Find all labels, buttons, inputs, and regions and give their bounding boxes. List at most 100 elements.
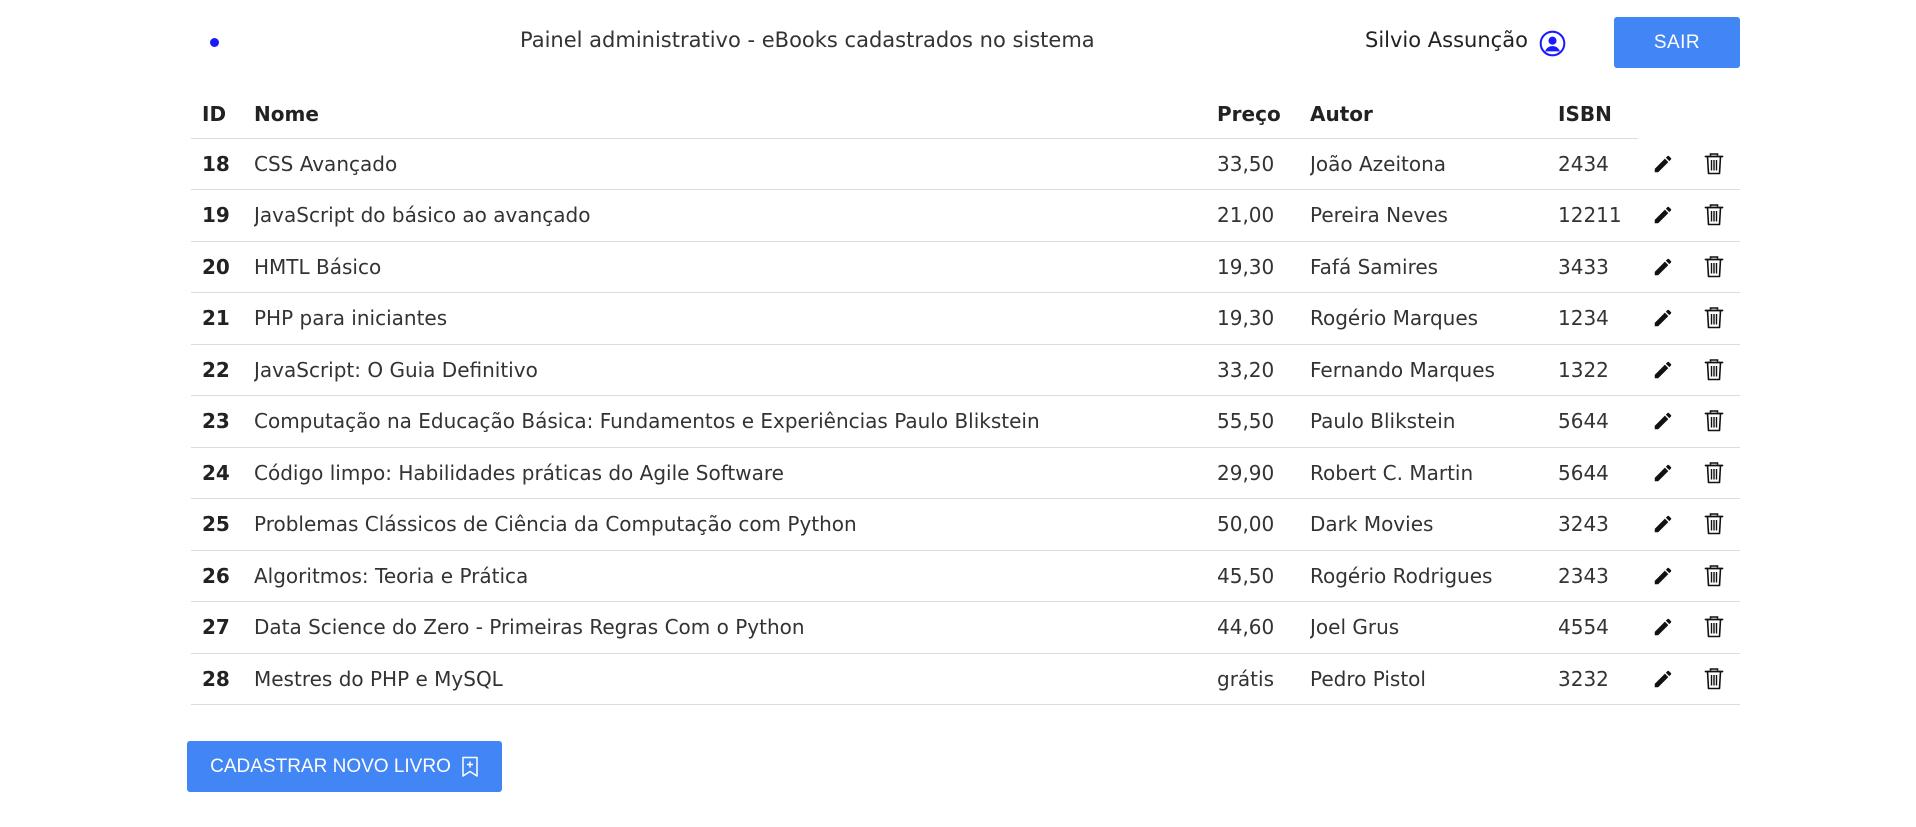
cell-id: 18 bbox=[191, 138, 254, 190]
column-header-edit bbox=[1638, 90, 1688, 138]
cell-preco: 33,20 bbox=[1217, 344, 1310, 396]
cell-id: 24 bbox=[191, 447, 254, 499]
admin-panel-page: Painel administrativo - eBooks cadastrad… bbox=[0, 0, 1916, 827]
cell-nome: Data Science do Zero - Primeiras Regras … bbox=[254, 601, 1217, 654]
cell-autor: Rogério Rodrigues bbox=[1310, 550, 1558, 602]
cell-preco: 29,90 bbox=[1217, 447, 1310, 499]
cell-delete bbox=[1688, 601, 1740, 654]
cell-delete bbox=[1688, 189, 1740, 242]
cell-delete bbox=[1688, 653, 1740, 705]
pencil-icon[interactable] bbox=[1649, 407, 1677, 435]
cell-autor: Fernando Marques bbox=[1310, 344, 1558, 396]
trash-icon[interactable] bbox=[1700, 150, 1728, 178]
cell-edit bbox=[1638, 241, 1688, 293]
trash-icon[interactable] bbox=[1700, 407, 1728, 435]
cell-id: 28 bbox=[191, 653, 254, 705]
pencil-icon[interactable] bbox=[1649, 459, 1677, 487]
cell-nome: Mestres do PHP e MySQL bbox=[254, 653, 1217, 705]
trash-icon[interactable] bbox=[1700, 510, 1728, 538]
page-title: Painel administrativo - eBooks cadastrad… bbox=[520, 28, 1095, 52]
pencil-icon[interactable] bbox=[1649, 304, 1677, 332]
books-table: ID Nome Preço Autor ISBN 18 CSS Avançado 3… bbox=[191, 90, 1740, 705]
cell-id: 22 bbox=[191, 344, 254, 396]
cell-autor: Pereira Neves bbox=[1310, 189, 1558, 242]
pencil-icon[interactable] bbox=[1649, 201, 1677, 229]
pencil-icon[interactable] bbox=[1649, 356, 1677, 384]
cell-preco: 19,30 bbox=[1217, 241, 1310, 293]
cell-autor: Dark Movies bbox=[1310, 498, 1558, 551]
cell-autor: Paulo Blikstein bbox=[1310, 395, 1558, 448]
trash-icon[interactable] bbox=[1700, 665, 1728, 693]
cell-isbn: 3433 bbox=[1558, 241, 1638, 293]
cell-nome: HMTL Básico bbox=[254, 241, 1217, 293]
cell-isbn: 3232 bbox=[1558, 653, 1638, 705]
table-body: 18 CSS Avançado 33,50 João Azeitona 2434 19 Ja… bbox=[191, 138, 1740, 705]
cell-delete bbox=[1688, 241, 1740, 293]
table-row: 27 Data Science do Zero - Primeiras Regra… bbox=[191, 601, 1740, 654]
cell-delete bbox=[1688, 498, 1740, 551]
table-header-row: ID Nome Preço Autor ISBN bbox=[191, 90, 1740, 139]
cell-isbn: 12211 bbox=[1558, 189, 1638, 242]
logout-button[interactable]: SAIR bbox=[1614, 17, 1740, 68]
cell-id: 23 bbox=[191, 395, 254, 448]
cell-isbn: 2343 bbox=[1558, 550, 1638, 602]
cell-edit bbox=[1638, 138, 1688, 190]
header: Painel administrativo - eBooks cadastrad… bbox=[0, 0, 1916, 90]
cell-edit bbox=[1638, 653, 1688, 705]
cell-preco: 55,50 bbox=[1217, 395, 1310, 448]
pencil-icon[interactable] bbox=[1649, 562, 1677, 590]
cell-nome: Algoritmos: Teoria e Prática bbox=[254, 550, 1217, 602]
table-row: 20 HMTL Básico 19,30 Fafá Samires 3433 bbox=[191, 241, 1740, 293]
trash-icon[interactable] bbox=[1700, 459, 1728, 487]
cell-autor: Robert C. Martin bbox=[1310, 447, 1558, 499]
column-header-autor: Autor bbox=[1310, 90, 1558, 139]
table-row: 21 PHP para iniciantes 19,30 Rogério Marque… bbox=[191, 292, 1740, 345]
cell-edit bbox=[1638, 292, 1688, 345]
add-book-button[interactable]: CADASTRAR NOVO LIVRO bbox=[187, 741, 502, 792]
cell-isbn: 5644 bbox=[1558, 447, 1638, 499]
cell-preco: 19,30 bbox=[1217, 292, 1310, 345]
cell-isbn: 4554 bbox=[1558, 601, 1638, 654]
pencil-icon[interactable] bbox=[1649, 253, 1677, 281]
add-book-label: CADASTRAR NOVO LIVRO bbox=[210, 755, 451, 777]
cell-id: 19 bbox=[191, 189, 254, 242]
user-icon[interactable] bbox=[1539, 30, 1566, 57]
pencil-icon[interactable] bbox=[1649, 665, 1677, 693]
cell-nome: JavaScript do básico ao avançado bbox=[254, 189, 1217, 242]
column-header-isbn: ISBN bbox=[1558, 90, 1638, 139]
table-row: 22 JavaScript: O Guia Definitivo 33,20 Fern… bbox=[191, 344, 1740, 396]
table-row: 24 Código limpo: Habilidades práticas do … bbox=[191, 447, 1740, 499]
cell-id: 27 bbox=[191, 601, 254, 654]
pencil-icon[interactable] bbox=[1649, 510, 1677, 538]
trash-icon[interactable] bbox=[1700, 356, 1728, 384]
cell-preco: 44,60 bbox=[1217, 601, 1310, 654]
cell-nome: Código limpo: Habilidades práticas do Ag… bbox=[254, 447, 1217, 499]
cell-preco: 21,00 bbox=[1217, 189, 1310, 242]
cell-edit bbox=[1638, 601, 1688, 654]
table-row: 28 Mestres do PHP e MySQL grátis Pedro Pist… bbox=[191, 653, 1740, 705]
cell-autor: Pedro Pistol bbox=[1310, 653, 1558, 705]
cell-preco: 50,00 bbox=[1217, 498, 1310, 551]
cell-edit bbox=[1638, 189, 1688, 242]
trash-icon[interactable] bbox=[1700, 201, 1728, 229]
trash-icon[interactable] bbox=[1700, 253, 1728, 281]
cell-autor: Fafá Samires bbox=[1310, 241, 1558, 293]
cell-isbn: 1322 bbox=[1558, 344, 1638, 396]
cell-edit bbox=[1638, 447, 1688, 499]
cell-delete bbox=[1688, 395, 1740, 448]
cell-autor: Joel Grus bbox=[1310, 601, 1558, 654]
trash-icon[interactable] bbox=[1700, 304, 1728, 332]
column-header-nome: Nome bbox=[254, 90, 1217, 139]
table-row: 26 Algoritmos: Teoria e Prática 45,50 Rogér… bbox=[191, 550, 1740, 602]
cell-edit bbox=[1638, 344, 1688, 396]
pencil-icon[interactable] bbox=[1649, 613, 1677, 641]
cell-preco: 45,50 bbox=[1217, 550, 1310, 602]
cell-id: 26 bbox=[191, 550, 254, 602]
cell-delete bbox=[1688, 550, 1740, 602]
cell-autor: Rogério Marques bbox=[1310, 292, 1558, 345]
column-header-delete bbox=[1688, 90, 1740, 138]
trash-icon[interactable] bbox=[1700, 562, 1728, 590]
cell-id: 21 bbox=[191, 292, 254, 345]
trash-icon[interactable] bbox=[1700, 613, 1728, 641]
pencil-icon[interactable] bbox=[1649, 150, 1677, 178]
